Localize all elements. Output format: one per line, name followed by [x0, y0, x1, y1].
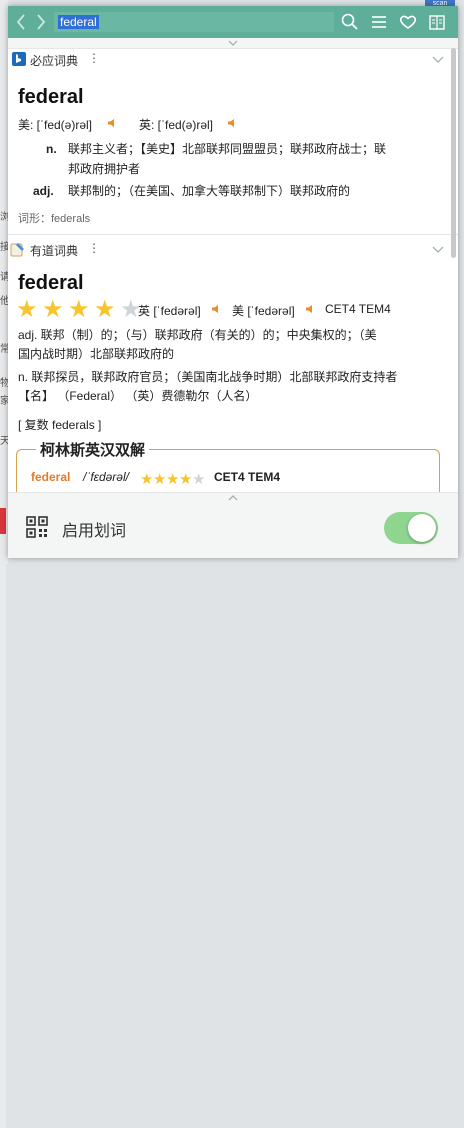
star-filled-icon: ★: [179, 471, 193, 488]
youdao-logo-icon: [10, 243, 24, 257]
chevron-down-icon: [228, 40, 238, 46]
star-filled-icon: ★: [42, 296, 64, 323]
menu-button[interactable]: [369, 12, 389, 32]
bing-pos: adj.: [33, 184, 54, 198]
youdao-phonetic-us: 美 [ˈfedərəl]: [232, 304, 295, 318]
bing-collapse-chevron-icon[interactable]: [432, 56, 444, 63]
youdao-collapse-chevron-icon[interactable]: [432, 246, 444, 253]
chevron-right-icon: [37, 14, 46, 30]
search-input-selected-text: federal: [58, 15, 99, 29]
dictionary-popup: federal federal 必应词典 ⋮ federal 美: [ˈfed(…: [8, 6, 458, 558]
section-divider: [8, 234, 458, 235]
forward-button[interactable]: [34, 12, 48, 32]
bing-dict-name: 必应词典: [30, 54, 79, 68]
star-filled-icon: ★: [140, 471, 154, 488]
enable-selection-label: 启用划词: [62, 523, 127, 540]
background-text: 常: [0, 344, 8, 355]
chevron-up-icon: [228, 495, 238, 501]
enable-selection-toggle[interactable]: [384, 512, 438, 544]
toggle-knob: [408, 514, 436, 542]
star-filled-icon: ★: [166, 471, 180, 488]
heart-icon: [399, 15, 417, 29]
bing-more-button[interactable]: ⋮: [88, 51, 100, 65]
collins-levels: CET4 TEM4: [214, 470, 281, 484]
collins-headword: federal: [31, 470, 71, 484]
reading-icon: [429, 15, 445, 30]
youdao-phonetic-uk: 英 [ˈfedərəl]: [138, 304, 201, 318]
background-text: 接: [0, 242, 8, 253]
search-icon: [341, 13, 358, 30]
speaker-icon[interactable]: [305, 304, 315, 314]
background-text: 天: [0, 436, 8, 447]
star-filled-icon: ★: [68, 296, 90, 323]
youdao-dict-name: 有道词典: [30, 244, 79, 258]
youdao-levels: CET4 TEM4: [325, 302, 391, 316]
youdao-definition: n. 联邦探员，联邦政府官员；（美国南北战争时期）北部联邦政府支持者: [18, 370, 398, 384]
star-filled-icon: ★: [94, 296, 116, 323]
scrollbar[interactable]: [451, 48, 456, 258]
youdao-definition: 国内战时期）北部联邦政府的: [18, 347, 175, 361]
bing-pos: n.: [46, 142, 57, 156]
background-red-block: [0, 508, 6, 534]
bing-headword: federal: [18, 86, 84, 108]
bing-header: 必应词典 ⋮: [8, 50, 458, 70]
speaker-icon[interactable]: [211, 304, 221, 314]
chevron-left-icon: [16, 14, 25, 30]
footer-bar: 启用划词: [8, 502, 458, 558]
back-button[interactable]: [14, 12, 28, 32]
bing-phonetic-us: 美: [ˈfed(ə)rəl]: [18, 118, 93, 132]
qr-code-icon[interactable]: [26, 516, 48, 538]
youdao-more-button[interactable]: ⋮: [88, 241, 100, 255]
background-text: 家: [0, 396, 8, 407]
background-text: 浏: [0, 212, 8, 223]
bing-word-forms: 词形：federals: [18, 213, 91, 225]
bing-definition: 邦政府拥护者: [68, 162, 141, 176]
background-text: 他: [0, 296, 8, 307]
background-page-right: [0, 564, 6, 1128]
search-button[interactable]: [340, 12, 360, 32]
youdao-definition: adj. 联邦（制）的；（与）联邦政府（有关的）的；中央集权的；（美: [18, 328, 377, 342]
star-filled-icon: ★: [16, 296, 38, 323]
youdao-definition: 【名】 （Federal） （英）费德勒尔（人名）: [18, 389, 258, 403]
background-text: 物: [0, 378, 8, 389]
toolbar: federal: [8, 6, 458, 38]
star-empty-icon: ★: [192, 471, 206, 488]
star-filled-icon: ★: [153, 471, 167, 488]
youdao-plural: [ 复数 federals ]: [18, 418, 102, 432]
background-text: 请: [0, 272, 8, 283]
reading-button[interactable]: [427, 12, 447, 32]
favorite-button[interactable]: [398, 12, 418, 32]
speaker-icon[interactable]: [107, 118, 117, 128]
bing-definition: 联邦主义者；【美史】北部联邦同盟盟员；联邦政府战士；联: [68, 142, 387, 156]
collins-title: 柯林斯英汉双解: [36, 439, 150, 460]
youdao-header: 有道词典 ⋮: [8, 240, 458, 260]
bing-phonetic-uk: 英: [ˈfed(ə)rəl]: [139, 118, 214, 132]
bing-logo-icon: [12, 52, 26, 66]
bing-definition: 联邦制的；（在美国、加拿大等联邦制下）联邦政府的: [68, 184, 351, 198]
menu-icon: [372, 16, 386, 28]
dictionary-content: 必应词典 ⋮ federal 美: [ˈfed(ə)rəl] 英: [ˈfed(…: [8, 48, 458, 492]
speaker-icon[interactable]: [227, 118, 237, 128]
youdao-headword: federal: [18, 272, 84, 294]
collins-phonetic: /ˈfɛdərəl/: [83, 470, 129, 484]
